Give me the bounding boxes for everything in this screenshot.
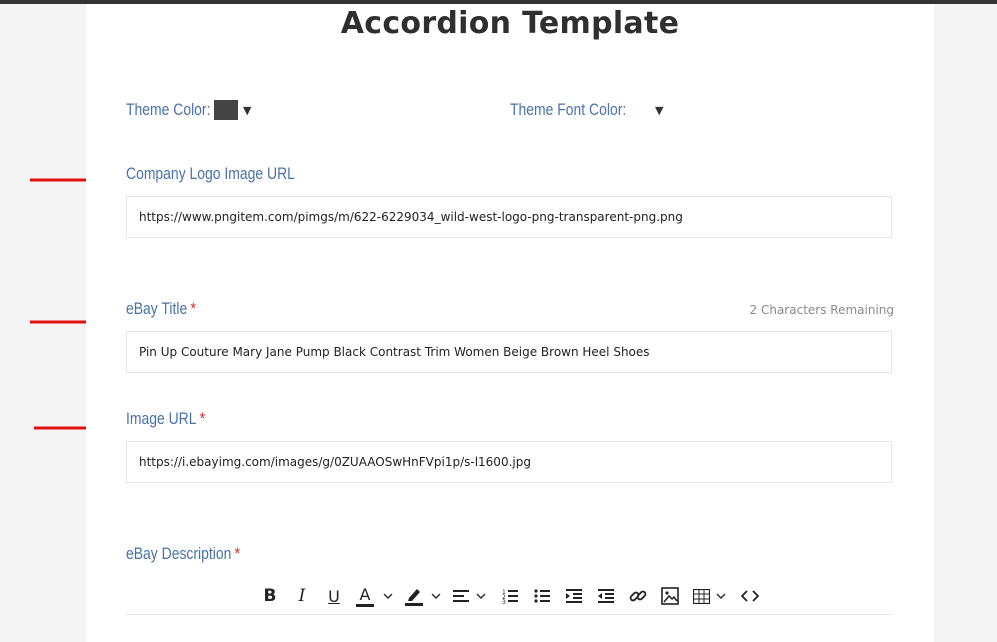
image-url-input[interactable]: https://i.ebayimg.com/images/g/0ZUAAOSwH… [126, 441, 892, 483]
underline-icon[interactable]: U [326, 584, 342, 608]
required-marker: * [190, 299, 196, 318]
required-marker: * [199, 409, 206, 428]
required-marker: * [234, 544, 241, 563]
chevron-down-icon[interactable] [431, 584, 441, 608]
chevron-down-icon[interactable] [383, 584, 393, 608]
font-color-icon[interactable]: A [356, 584, 374, 607]
theme-font-color-label: Theme Font Color: [510, 100, 627, 119]
company-logo-label: Company Logo Image URL [126, 164, 295, 183]
indent-icon[interactable] [565, 584, 583, 608]
chevron-down-icon[interactable] [476, 584, 486, 608]
theme-font-color-dropdown-icon[interactable]: ▼ [655, 104, 663, 117]
form-panel: Accordion Template Theme Color: ▼ Theme … [86, 4, 934, 642]
image-icon[interactable] [660, 584, 680, 608]
characters-remaining: 2 Characters Remaining [749, 303, 894, 317]
editor-toolbar: B I U A 123 [126, 582, 892, 615]
theme-color-swatch[interactable] [214, 100, 238, 120]
table-icon[interactable] [692, 584, 710, 608]
bullet-list-icon[interactable] [533, 584, 551, 608]
code-icon[interactable] [740, 584, 760, 608]
ebay-description-label: eBay Description * [126, 544, 240, 564]
italic-icon[interactable]: I [294, 584, 310, 608]
company-logo-url-input[interactable]: https://www.pngitem.com/pimgs/m/622-6229… [126, 196, 892, 238]
ebay-title-input[interactable]: Pin Up Couture Mary Jane Pump Black Cont… [126, 331, 892, 373]
theme-color-label: Theme Color: [126, 100, 211, 119]
ebay-title-label-text: eBay Title [126, 299, 188, 318]
outdent-icon[interactable] [597, 584, 615, 608]
align-icon[interactable] [452, 584, 470, 608]
bold-icon[interactable]: B [262, 584, 278, 608]
image-url-label-text: Image URL [126, 409, 197, 428]
highlight-icon[interactable] [405, 584, 423, 608]
link-icon[interactable] [628, 584, 648, 608]
svg-text:3: 3 [502, 599, 506, 604]
image-url-label: Image URL * [126, 409, 205, 429]
ordered-list-icon[interactable]: 123 [501, 584, 519, 608]
theme-color-dropdown-icon[interactable]: ▼ [243, 104, 251, 117]
page-title: Accordion Template [340, 6, 680, 41]
chevron-down-icon[interactable] [716, 584, 726, 608]
ebay-description-label-text: eBay Description [126, 544, 232, 563]
ebay-title-label: eBay Title * [126, 299, 196, 319]
